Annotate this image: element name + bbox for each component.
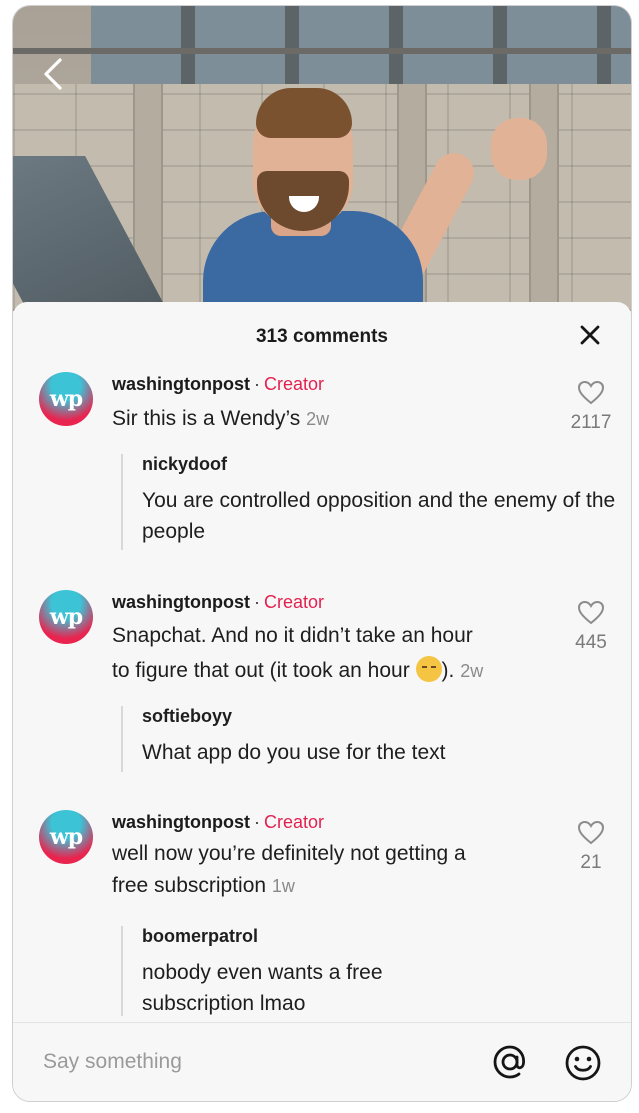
separator-dot: · xyxy=(254,374,260,394)
back-button[interactable] xyxy=(39,56,69,92)
person-hair xyxy=(256,88,352,138)
like-count: 2117 xyxy=(570,412,612,433)
reply-text: nobody even wants a free subscription lm… xyxy=(142,961,383,1015)
comment-author-line: washingtonpost · Creator xyxy=(112,374,324,395)
creator-badge: Creator xyxy=(264,812,325,832)
comment-author[interactable]: washingtonpost xyxy=(112,812,250,832)
reply-text: You are controlled opposition and the en… xyxy=(142,489,616,543)
comments-count-title: 313 comments xyxy=(255,326,388,347)
comment-time: 2w xyxy=(460,661,484,681)
creator-badge: Creator xyxy=(264,374,325,394)
comment-input-bar xyxy=(13,1022,631,1101)
comments-sheet: 313 comments wp washingtonpost · Creator S… xyxy=(13,302,631,1101)
building-pillar xyxy=(529,84,559,311)
comment-body-line-2-end: ). xyxy=(441,659,455,682)
creator-badge: Creator xyxy=(264,592,325,612)
comment-body: Sir this is a Wendy’s xyxy=(112,407,301,430)
comment-body-line-2: free subscription 1w xyxy=(112,870,552,902)
comment-time: 2w xyxy=(306,409,330,429)
comment-body-line-2: to figure that out (it took an hour ). 2… xyxy=(112,653,552,689)
avatar[interactable]: wp xyxy=(39,810,93,864)
pensive-face-emoji xyxy=(415,656,442,682)
video-player[interactable] xyxy=(13,6,631,311)
comment-body-line-2-text: free subscription xyxy=(112,874,267,897)
reply-author[interactable]: boomerpatrol xyxy=(142,926,622,947)
heart-outline-icon xyxy=(577,380,605,405)
reply-author[interactable]: nickydoof xyxy=(142,454,622,475)
balcony-rail xyxy=(13,48,631,54)
at-sign-icon xyxy=(493,1045,525,1079)
heart-outline-icon xyxy=(577,600,605,625)
comment-author-line: washingtonpost · Creator xyxy=(112,812,324,833)
heart-outline-icon xyxy=(577,820,605,845)
avatar[interactable]: wp xyxy=(39,372,93,426)
comment-body-line-1: Snapchat. And no it didn’t take an hour xyxy=(112,624,473,647)
separator-dot: · xyxy=(254,592,260,612)
close-button[interactable] xyxy=(577,322,603,348)
reply-item: boomerpatrol nobody even wants a free su… xyxy=(121,926,622,1016)
comment-author-line: washingtonpost · Creator xyxy=(112,592,324,613)
comment-text: Sir this is a Wendy’s 2w xyxy=(112,401,329,437)
emoji-button[interactable] xyxy=(563,1043,603,1083)
reply-author[interactable]: softieboyy xyxy=(142,706,622,727)
comment-body-line-2-text: to figure that out (it took an hour xyxy=(112,659,410,682)
reply-text: What app do you use for the text xyxy=(142,741,446,764)
reply-item: softieboyy What app do you use for the t… xyxy=(121,706,622,772)
comment-body-line-1: well now you’re definitely not getting a xyxy=(112,842,466,865)
comment-author[interactable]: washingtonpost xyxy=(112,374,250,394)
smiley-icon xyxy=(565,1045,601,1081)
like-button[interactable]: 2117 xyxy=(566,380,616,434)
chevron-left-icon xyxy=(44,58,62,90)
comment-time: 1w xyxy=(271,876,295,896)
reply-item: nickydoof You are controlled opposition … xyxy=(121,454,622,550)
like-count: 445 xyxy=(575,632,607,653)
like-button[interactable]: 21 xyxy=(566,820,616,874)
comment-author[interactable]: washingtonpost xyxy=(112,592,250,612)
mention-button[interactable] xyxy=(491,1043,529,1081)
comment-input[interactable] xyxy=(43,1050,443,1074)
building-windows xyxy=(91,6,631,84)
like-count: 21 xyxy=(580,852,602,873)
comment-text: Snapchat. And no it didn’t take an hour … xyxy=(112,618,552,689)
close-icon xyxy=(580,325,600,345)
phone-frame: 313 comments wp washingtonpost · Creator S… xyxy=(12,5,632,1102)
person-hand xyxy=(491,118,547,180)
like-button[interactable]: 445 xyxy=(566,600,616,654)
separator-dot: · xyxy=(254,812,260,832)
avatar[interactable]: wp xyxy=(39,590,93,644)
comment-text: well now you’re definitely not getting a… xyxy=(112,838,552,902)
